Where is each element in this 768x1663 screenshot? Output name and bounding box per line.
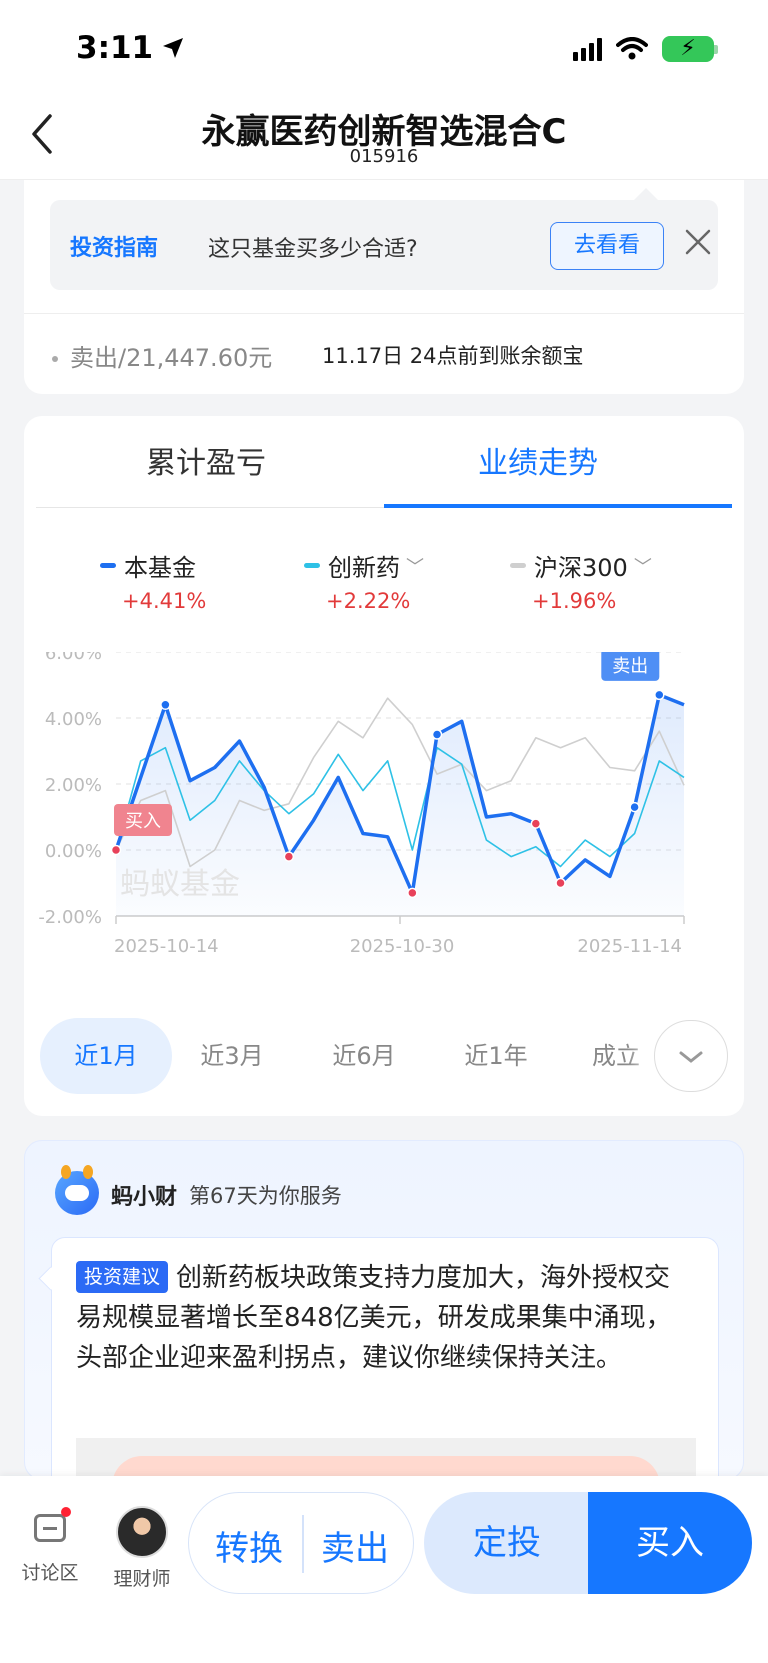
point-marker (629, 801, 640, 813)
status-time: 3:11 (76, 30, 185, 66)
divider (24, 313, 744, 314)
y-tick-label: 2.00% (45, 775, 102, 796)
advisor-name: 蚂小财 (111, 1185, 178, 1210)
discussion-button[interactable]: 讨论区 (10, 1506, 90, 1585)
discussion-label: 讨论区 (21, 1562, 79, 1584)
y-tick-label: 6.00% (45, 652, 102, 664)
battery-icon: ⚡ (662, 36, 718, 62)
sold-amount: 卖出/21,447.60元 (70, 344, 273, 372)
chevron-down-icon: ﹀ (633, 556, 652, 578)
charging-bolt-icon: ⚡ (680, 36, 696, 61)
x-tick-label: 2025-10-14 (114, 936, 219, 957)
advice-text-block: 投资建议 创新药板块政策支持力度加大，海外授权交易规模显著增长至848亿美元，研发… (76, 1258, 696, 1378)
bullet-icon (52, 356, 58, 362)
bottom-action-bar: 讨论区 理财师 转换 卖出 定投 买入 (0, 1476, 768, 1663)
range-3-months[interactable]: 近3月 (166, 1018, 298, 1094)
tab-performance-trend[interactable]: 业绩走势 (368, 438, 708, 482)
range-1-year[interactable]: 近1年 (430, 1018, 562, 1094)
transaction-card: 投资指南 这只基金买多少合适? 去看看 卖出/21,447.60元 11.17日… (24, 180, 744, 394)
guide-tag: 投资指南 (70, 236, 159, 261)
legend-fund[interactable]: 本基金 +4.41% (100, 548, 300, 613)
guide-question: 这只基金买多少合适? (208, 237, 418, 262)
point-marker (654, 689, 665, 701)
buy-label: 买入 (125, 811, 161, 832)
buy-marker (407, 887, 418, 899)
convert-sell-group: 转换 卖出 (188, 1492, 414, 1594)
chat-bubble-icon (34, 1507, 71, 1542)
avatar (116, 1506, 168, 1558)
tab-indicator (384, 504, 732, 508)
chevron-down-icon: ﹀ (406, 556, 424, 578)
legend-swatch (304, 563, 320, 568)
advice-tag: 投资建议 (76, 1261, 169, 1293)
auto-invest-button[interactable]: 定投 (424, 1492, 590, 1594)
robot-avatar-icon (55, 1165, 99, 1215)
legend-value: +1.96% (532, 589, 617, 613)
legend-csi300[interactable]: 沪深300 ﹀ +1.96% (510, 548, 710, 613)
buy-marker (283, 851, 295, 862)
y-tick-label: -2.00% (38, 907, 102, 928)
service-days: 第67天为你服务 (189, 1184, 342, 1208)
buy-marker (555, 877, 566, 889)
divider (302, 1515, 304, 1573)
point-marker (431, 729, 443, 740)
buy-marker (110, 844, 122, 856)
sell-button[interactable]: 卖出 (321, 1521, 389, 1570)
advice-bubble: 投资建议 创新药板块政策支持力度加大，海外授权交易规模显著增长至848亿美元，研发… (51, 1237, 719, 1516)
go-see-button[interactable]: 去看看 (550, 222, 664, 270)
legend-swatch (100, 563, 116, 568)
legend-label: 本基金 (124, 554, 196, 582)
close-icon[interactable] (684, 218, 712, 268)
x-tick-label: 2025-10-30 (350, 936, 455, 957)
cellular-signal-icon (573, 37, 602, 61)
y-tick-label: 4.00% (45, 709, 102, 730)
point-marker (160, 699, 171, 711)
tab-cumulative-pnl[interactable]: 累计盈亏 (36, 438, 376, 482)
advisor-label: 理财师 (113, 1568, 171, 1590)
performance-chart[interactable]: 6.00% 4.00% 2.00% 0.00% -2.00% 2025-10-14 2025… (24, 652, 744, 982)
y-tick-label: 0.00% (45, 841, 102, 862)
nav-bar: 永赢医药创新智选混合C 015916 (0, 96, 768, 180)
arrival-note: 11.17日 24点前到账余额宝 (322, 344, 584, 368)
legend-label: 创新药 (328, 554, 400, 582)
chevron-down-icon (679, 1051, 703, 1063)
sold-record: 卖出/21,447.60元 (52, 338, 272, 373)
location-arrow-icon (163, 38, 184, 58)
performance-card: 累计盈亏 业绩走势 本基金 +4.41% 创新药 ﹀ +2.22% 沪深300 ﹀ … (24, 416, 744, 1116)
legend-value: +2.22% (326, 589, 411, 613)
range-selector: 近1月 近3月 近6月 近1年 成立 (40, 1018, 730, 1094)
expand-ranges-button[interactable] (654, 1020, 728, 1092)
legend-value: +4.41% (122, 589, 207, 613)
advisor-card: 蚂小财 第67天为你服务 投资建议 创新药板块政策支持力度加大，海外授权交易规模显… (24, 1140, 744, 1516)
advisor-button[interactable]: 理财师 (102, 1506, 182, 1591)
fund-code: 015916 (349, 146, 419, 167)
range-1-month[interactable]: 近1月 (40, 1018, 172, 1094)
sell-label: 卖出 (612, 656, 648, 677)
status-bar: 3:11 ⚡ (0, 0, 768, 96)
legend-innovative-drug[interactable]: 创新药 ﹀ +2.22% (304, 548, 504, 613)
convert-button[interactable]: 转换 (215, 1521, 283, 1570)
tab-bar: 累计盈亏 业绩走势 (36, 416, 732, 508)
range-6-months[interactable]: 近6月 (298, 1018, 430, 1094)
wifi-icon (616, 37, 648, 60)
legend-swatch (510, 563, 526, 568)
legend-label: 沪深300 (534, 554, 628, 582)
buy-button[interactable]: 买入 (588, 1492, 752, 1594)
buy-marker (530, 818, 542, 829)
x-tick-label: 2025-11-14 (577, 936, 682, 957)
investment-guide-banner: 投资指南 这只基金买多少合适? 去看看 (50, 188, 718, 290)
watermark: 蚂蚁基金 (120, 867, 240, 902)
clock: 3:11 (76, 30, 154, 66)
